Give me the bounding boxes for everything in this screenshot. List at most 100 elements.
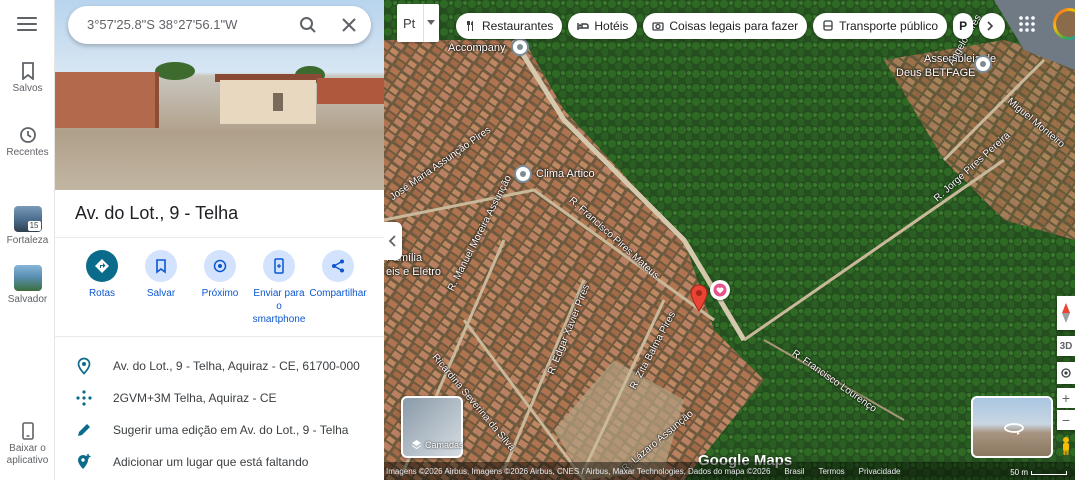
my-location-button[interactable]	[1057, 362, 1075, 384]
zoom-in-button[interactable]: +	[1057, 388, 1075, 408]
history-icon	[19, 127, 36, 143]
address-text: Av. do Lot., 9 - Telha, Aquiraz - CE, 61…	[113, 359, 360, 373]
map-footer: Imagens ©2026 Airbus, Imagens ©2026 Airb…	[384, 462, 1075, 480]
place-label[interactable]: Clima Artico	[536, 168, 595, 180]
location-pin-icon	[77, 357, 91, 375]
divider	[423, 4, 424, 42]
rail-item-salvador[interactable]: Salvador	[0, 265, 55, 306]
menu-icon[interactable]	[17, 17, 37, 33]
privacy-link[interactable]: Privacidade	[859, 467, 901, 476]
chevron-right-icon	[987, 21, 993, 31]
address-row[interactable]: Av. do Lot., 9 - Telha, Aquiraz - CE, 61…	[75, 356, 360, 376]
chip-label: Restaurantes	[482, 19, 554, 33]
directions-icon	[95, 259, 109, 273]
poi-marker[interactable]	[514, 165, 532, 183]
phone-icon	[21, 422, 34, 440]
chip-restaurants[interactable]: Restaurantes	[456, 13, 563, 39]
rail-item-label: Salvador	[7, 294, 48, 305]
pencil-icon	[78, 424, 90, 436]
rail-item-recents[interactable]: Recentes	[0, 126, 55, 159]
chip-label: Coisas legais para fazer	[669, 19, 799, 33]
rail-item-download-app[interactable]: Baixar o aplicativo	[0, 422, 55, 467]
bookmark-icon	[21, 62, 34, 80]
rail-item-saved[interactable]: Salvos	[0, 62, 55, 95]
map-language-label: Pt	[403, 16, 416, 31]
add-place-row[interactable]: Adicionar um lugar que está faltando	[75, 452, 308, 472]
action-label: Próximo	[201, 288, 239, 299]
search-box[interactable]: 3°57'25.8"S 38°27'56.1"W	[68, 6, 371, 44]
action-label: Salvar	[146, 288, 176, 299]
photo-tree	[155, 62, 195, 80]
chevron-left-icon	[388, 235, 396, 247]
layers-button[interactable]: Camadas	[401, 396, 464, 458]
plus-code-row[interactable]: 2GVM+3M Telha, Aquiraz - CE	[75, 388, 277, 408]
chips-next-button[interactable]	[979, 13, 1006, 39]
plus-code-text: 2GVM+3M Telha, Aquiraz - CE	[113, 391, 277, 405]
zoom-out-button[interactable]: −	[1057, 410, 1075, 430]
suggest-edit-row[interactable]: Sugerir uma edição em Av. do Lot., 9 - T…	[75, 420, 348, 440]
share-icon	[332, 259, 344, 273]
chip-transit[interactable]: Transporte público	[813, 13, 948, 39]
photo-building	[55, 72, 159, 128]
collapse-panel-button[interactable]	[384, 222, 402, 260]
rail-item-fortaleza[interactable]: 15 Fortaleza	[0, 206, 55, 247]
map-canvas[interactable]: Pt Restaurantes Hotéis Coisas legais par…	[384, 0, 1075, 480]
scale-indicator[interactable]: 50 m	[1010, 468, 1067, 477]
chip-things-to-do[interactable]: Coisas legais para fazer	[643, 13, 808, 39]
pegman-icon[interactable]	[1059, 436, 1073, 456]
place-panel: 3°57'25.8"S 38°27'56.1"W Av. do Lot., 9 …	[55, 0, 384, 480]
suggest-edit-text: Sugerir uma edição em Av. do Lot., 9 - T…	[113, 423, 349, 437]
place-label[interactable]: eis e Eletro	[386, 266, 441, 278]
terms-link[interactable]: Termos	[818, 467, 844, 476]
heart-icon	[713, 283, 727, 297]
rotate-360-icon	[1004, 423, 1024, 435]
chip-label: Hotéis	[594, 19, 629, 33]
close-icon[interactable]	[341, 17, 357, 33]
compass-button[interactable]	[1057, 296, 1075, 330]
scale-label: 50 m	[1010, 468, 1028, 477]
photo-building	[220, 80, 316, 124]
bed-icon	[577, 23, 590, 30]
rail-item-label: Baixar o aplicativo	[6, 443, 49, 466]
search-icon[interactable]	[299, 16, 317, 34]
saved-place-marker[interactable]	[710, 280, 730, 300]
apps-grid-icon[interactable]	[1018, 15, 1036, 33]
add-place-icon	[78, 454, 91, 469]
location-pin-icon[interactable]	[689, 284, 709, 312]
divider	[55, 336, 384, 337]
action-label: Enviar para o smartphone	[252, 288, 306, 325]
tilt-3d-button[interactable]: 3D	[1057, 336, 1075, 356]
rail-item-label: Salvos	[12, 83, 43, 94]
fork-knife-icon	[467, 21, 473, 31]
poi-marker[interactable]	[974, 55, 992, 73]
place-title: Av. do Lot., 9 - Telha	[75, 203, 239, 223]
map-language-toggle[interactable]: Pt	[397, 4, 439, 42]
camera-icon	[652, 22, 665, 31]
compass-icon	[1062, 303, 1070, 323]
place-label[interactable]: Deus BETFAGE	[896, 67, 975, 79]
attribution-text: Imagens ©2026 Airbus, Imagens ©2026 Airb…	[386, 466, 771, 476]
country-link[interactable]: Brasil	[784, 467, 804, 476]
chip-hotels[interactable]: Hotéis	[568, 13, 638, 39]
action-label: Rotas	[88, 288, 116, 299]
chevron-down-icon[interactable]	[427, 20, 435, 25]
layers-label: Camadas	[425, 439, 464, 450]
photo-building	[317, 78, 384, 104]
chip-label: P	[959, 19, 968, 33]
plus-code-icon	[76, 390, 92, 406]
rail-item-label: Recentes	[6, 147, 49, 158]
chip-label: Transporte público	[839, 19, 939, 33]
category-chips: Restaurantes Hotéis Coisas legais para f…	[456, 13, 1006, 39]
place-label[interactable]: Accompany	[448, 42, 505, 54]
send-to-phone-icon	[274, 258, 284, 274]
search-input[interactable]: 3°57'25.8"S 38°27'56.1"W	[87, 17, 237, 32]
tilt-3d-label: 3D	[1059, 340, 1073, 352]
share-button[interactable]: Compartilhar	[303, 250, 373, 300]
poi-marker[interactable]	[511, 38, 529, 56]
chip-parking[interactable]: P	[953, 13, 974, 39]
nearby-icon	[213, 259, 227, 273]
street-view-thumbnail[interactable]	[971, 396, 1053, 458]
photo-door	[273, 93, 283, 111]
add-place-text: Adicionar um lugar que está faltando	[113, 455, 309, 469]
divider	[55, 237, 384, 238]
